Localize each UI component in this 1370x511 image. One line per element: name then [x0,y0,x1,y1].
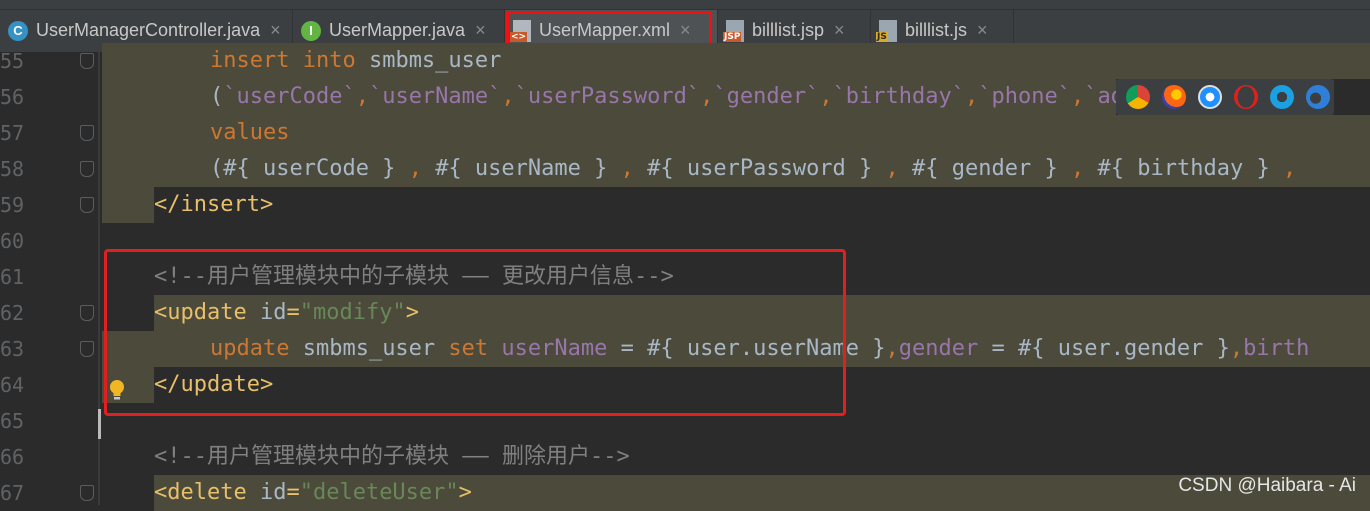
code-token: gender [898,336,992,361]
code-token: `userPassword` [514,84,701,109]
breadcrumb-strip [0,0,1370,10]
code-text: (#{ userCode } , #{ userName } , #{ user… [210,151,1296,187]
code-token: , [355,84,369,109]
code-token: , [819,84,833,109]
code-token: `userCode` [223,84,356,109]
code-token: <delete [154,480,260,505]
chrome-icon[interactable] [1126,85,1150,109]
code-text: <delete id="deleteUser"> [154,475,472,511]
tab-label: billlist.jsp [752,20,825,40]
code-token: #{ userPassword } [647,156,886,181]
js-file-icon: JS [876,19,897,42]
code-token: , [620,156,648,181]
code-token: insert [210,48,303,73]
line-number: 66 [0,445,25,469]
code-token: , [1071,156,1098,181]
close-icon[interactable]: × [475,20,486,41]
code-token: (#{ userCode } [210,156,409,181]
code-editor[interactable]: 55 insert into smbms_user 56 (`userCode`,`u… [0,43,1370,511]
line-number: 65 [0,409,25,433]
line-number: 57 [0,121,25,145]
fold-marker-icon[interactable] [80,53,94,69]
line-number: 58 [0,157,25,181]
code-token: </insert> [154,192,274,217]
code-token: , [408,156,436,181]
code-token: #{ userName } [435,156,621,181]
code-token: , [885,156,913,181]
line-highlight [102,115,1370,151]
fold-marker-icon[interactable] [80,485,94,501]
code-token: , [1282,156,1297,181]
line-number: 62 [0,301,25,325]
line-number: 59 [0,193,25,217]
line-number: 61 [0,265,25,289]
code-token: = #{ user.gender } [991,336,1230,361]
code-token: id [259,480,287,505]
safari-icon[interactable] [1198,85,1222,109]
fold-marker-icon[interactable] [80,161,94,177]
watermark: CSDN @Haibara - Ai [1178,475,1356,496]
interface-i-icon: I [301,20,321,41]
fold-marker-icon[interactable] [80,341,94,357]
code-line[interactable]: 58 (#{ userCode } , #{ userName } , #{ us… [0,151,1370,187]
code-token: #{ gender } [912,156,1071,181]
fold-marker-icon[interactable] [80,305,94,321]
browser-preview-bar [1116,79,1334,115]
code-text: </insert> [154,187,273,223]
line-number: 64 [0,373,25,397]
code-token: , [1229,336,1244,361]
code-token: values [210,120,290,145]
code-line[interactable]: 67 <delete id="deleteUser"> [0,475,1370,511]
class-c-icon: C [8,20,28,41]
opera-icon[interactable] [1234,85,1258,109]
fold-marker-icon[interactable] [80,197,94,213]
code-token: ( [210,84,224,109]
close-icon[interactable]: × [270,20,281,41]
ie-icon[interactable] [1270,85,1294,109]
line-number: 60 [0,229,25,253]
jsp-file-icon: JSP [723,19,744,42]
code-text: insert into smbms_user [210,43,501,79]
fold-marker-icon[interactable] [80,125,94,141]
code-token: `phone` [978,84,1071,109]
code-token: `birthday` [832,84,966,109]
code-token: > [458,480,472,505]
edge-icon[interactable] [1306,85,1330,109]
firefox-icon[interactable] [1162,85,1186,109]
code-line[interactable]: 55 insert into smbms_user [0,43,1370,79]
tab-label: UserMapper.java [329,20,466,40]
line-number: 56 [0,85,25,109]
code-token: , [700,84,714,109]
close-icon[interactable]: × [977,20,988,41]
line-highlight [102,187,154,223]
line-number: 63 [0,337,25,361]
tab-label: UserManagerController.java [36,20,261,40]
code-token: smbms_user [368,48,502,73]
text-caret [98,409,101,439]
modify-block-highlight-box [104,249,846,416]
line-number: 67 [0,481,25,505]
code-line[interactable]: 59 </insert> [0,187,1370,223]
code-line[interactable]: 57 values [0,115,1370,151]
close-icon[interactable]: × [834,20,845,41]
code-token: `userName` [368,84,502,109]
code-token: "deleteUser" [299,480,459,505]
code-token: = [286,480,300,505]
code-token: , [965,84,979,109]
line-number: 55 [0,49,25,73]
code-token: birth [1243,336,1310,361]
tab-label: billlist.js [905,20,968,40]
indent-band [102,475,154,511]
code-token: , [1070,84,1085,109]
code-token: #{ birthday } [1097,156,1283,181]
code-token: into [302,48,369,73]
code-text: values [210,115,289,151]
code-token: , [501,84,515,109]
code-token: <!--用户管理模块中的子模块 —— 删除用户--> [154,444,630,469]
code-text: <!--用户管理模块中的子模块 —— 删除用户--> [154,439,630,475]
code-token: `gender` [713,84,820,109]
code-line[interactable]: 66 <!--用户管理模块中的子模块 —— 删除用户--> [0,439,1370,475]
code-token: , [885,336,899,361]
